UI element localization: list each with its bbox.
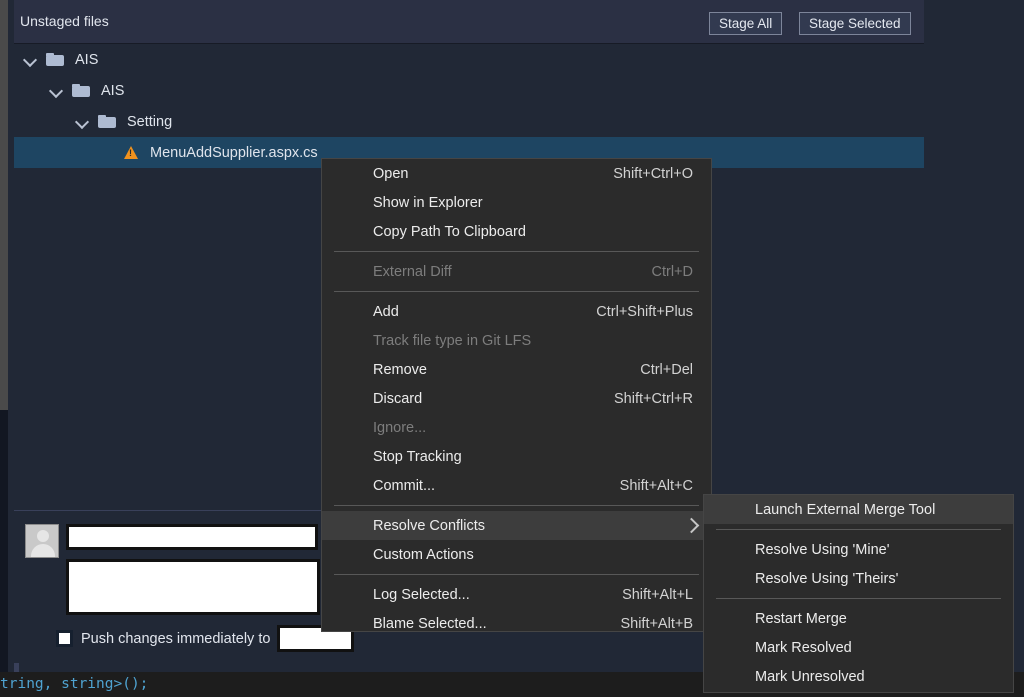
- stage-selected-button[interactable]: Stage Selected: [799, 12, 911, 35]
- menu-item-commit[interactable]: Commit... Shift+Alt+C: [322, 471, 711, 500]
- warning-icon: [124, 146, 138, 159]
- left-gutter-dark: [0, 410, 8, 672]
- folder-icon: [98, 114, 117, 129]
- context-menu: Open Shift+Ctrl+O Show in Explorer Copy Pat…: [321, 158, 712, 632]
- menu-item-label: Show in Explorer: [373, 194, 483, 211]
- folder-icon: [46, 52, 65, 67]
- menu-item-copy-path-to-clipboard[interactable]: Copy Path To Clipboard: [322, 217, 711, 246]
- tree-row[interactable]: AIS: [14, 75, 924, 106]
- tree-row[interactable]: Setting: [14, 106, 924, 137]
- commit-description-input[interactable]: [66, 559, 320, 615]
- menu-item-shortcut: Shift+Alt+L: [622, 586, 693, 603]
- commit-summary-input[interactable]: [66, 524, 318, 550]
- menu-item-label: Stop Tracking: [373, 448, 462, 465]
- left-gutter-scrollbar[interactable]: [0, 0, 8, 410]
- menu-item-shortcut: Ctrl+Shift+Plus: [596, 303, 693, 320]
- menu-item-label: External Diff: [373, 263, 452, 280]
- menu-separator: [716, 598, 1001, 599]
- menu-item-show-in-explorer[interactable]: Show in Explorer: [322, 188, 711, 217]
- file-tree: AISAISSettingMenuAddSupplier.aspx.cs: [14, 44, 924, 168]
- menu-item-label: Resolve Conflicts: [373, 517, 486, 534]
- push-changes-label: Push changes immediately to: [81, 630, 271, 647]
- avatar: [25, 524, 59, 558]
- tree-row[interactable]: AIS: [14, 44, 924, 75]
- menu-item-shortcut: Shift+Ctrl+O: [613, 165, 693, 182]
- menu-item-add[interactable]: Add Ctrl+Shift+Plus: [322, 297, 711, 326]
- menu-item-label: Blame Selected...: [373, 615, 487, 632]
- chevron-right-icon: [683, 517, 700, 534]
- submenu-item-mark-unresolved[interactable]: Mark Unresolved: [704, 662, 1013, 691]
- menu-item-blame-selected[interactable]: Blame Selected... Shift+Alt+B: [322, 609, 711, 638]
- menu-item-label: Commit...: [373, 477, 436, 494]
- menu-separator: [334, 251, 699, 252]
- menu-item-label: Launch External Merge Tool: [755, 501, 936, 518]
- tree-row-label: MenuAddSupplier.aspx.cs: [150, 144, 318, 161]
- tree-row-label: AIS: [101, 82, 125, 99]
- menu-item-log-selected[interactable]: Log Selected... Shift+Alt+L: [322, 580, 711, 609]
- menu-item-custom-actions[interactable]: Custom Actions: [322, 540, 711, 569]
- menu-item-track-file-type-in-git-lfs: Track file type in Git LFS: [322, 326, 711, 355]
- menu-item-shortcut: Shift+Alt+C: [619, 477, 693, 494]
- menu-item-resolve-conflicts[interactable]: Resolve Conflicts: [322, 511, 711, 540]
- submenu-item-mark-resolved[interactable]: Mark Resolved: [704, 633, 1013, 662]
- menu-item-shortcut: Shift+Alt+B: [620, 615, 693, 632]
- submenu-item-restart-merge[interactable]: Restart Merge: [704, 604, 1013, 633]
- chevron-down-icon[interactable]: [76, 115, 89, 128]
- menu-item-shortcut: Ctrl+D: [651, 263, 694, 280]
- code-text: tring, string>();: [0, 676, 149, 692]
- menu-item-label: Custom Actions: [373, 546, 474, 563]
- menu-item-label: Resolve Using 'Mine': [755, 541, 890, 558]
- menu-item-label: Add: [373, 303, 399, 320]
- push-changes-checkbox[interactable]: [56, 630, 73, 647]
- menu-item-remove[interactable]: Remove Ctrl+Del: [322, 355, 711, 384]
- menu-item-label: Remove: [373, 361, 427, 378]
- submenu-item-resolve-using-mine[interactable]: Resolve Using 'Mine': [704, 535, 1013, 564]
- menu-separator: [716, 529, 1001, 530]
- menu-item-label: Mark Resolved: [755, 639, 852, 656]
- page-title: Unstaged files: [20, 13, 109, 29]
- menu-item-label: Ignore...: [373, 419, 427, 436]
- folder-icon: [72, 83, 91, 98]
- app-root: Unstaged files Stage All Stage Selected …: [0, 0, 1024, 697]
- menu-item-label: Discard: [373, 390, 423, 407]
- menu-item-label: Restart Merge: [755, 610, 847, 627]
- resolve-conflicts-submenu: Launch External Merge Tool Resolve Using …: [703, 494, 1014, 693]
- menu-item-label: Mark Unresolved: [755, 668, 865, 685]
- menu-item-label: Copy Path To Clipboard: [373, 223, 526, 240]
- menu-item-shortcut: Shift+Ctrl+R: [614, 390, 693, 407]
- menu-separator: [334, 574, 699, 575]
- tree-row-label: AIS: [75, 51, 99, 68]
- menu-item-label: Resolve Using 'Theirs': [755, 570, 899, 587]
- chevron-down-icon[interactable]: [24, 53, 37, 66]
- menu-item-discard[interactable]: Discard Shift+Ctrl+R: [322, 384, 711, 413]
- menu-item-label: Track file type in Git LFS: [373, 332, 532, 349]
- menu-separator: [334, 505, 699, 506]
- menu-item-shortcut: Ctrl+Del: [640, 361, 693, 378]
- menu-item-external-diff: External Diff Ctrl+D: [322, 257, 711, 286]
- chevron-down-icon[interactable]: [50, 84, 63, 97]
- menu-separator: [334, 291, 699, 292]
- submenu-item-launch-external-merge-tool[interactable]: Launch External Merge Tool: [704, 495, 1013, 524]
- panel-header: Unstaged files Stage All Stage Selected: [14, 0, 924, 44]
- menu-item-stop-tracking[interactable]: Stop Tracking: [322, 442, 711, 471]
- submenu-item-resolve-using-theirs[interactable]: Resolve Using 'Theirs': [704, 564, 1013, 593]
- push-changes-row: Push changes immediately to: [56, 630, 270, 647]
- menu-item-ignore: Ignore...: [322, 413, 711, 442]
- tree-row-label: Setting: [127, 113, 173, 130]
- menu-item-label: Open: [373, 165, 409, 182]
- stage-all-button[interactable]: Stage All: [709, 12, 783, 35]
- menu-item-open[interactable]: Open Shift+Ctrl+O: [322, 159, 711, 188]
- editor-gutter-tick: [14, 663, 19, 672]
- menu-item-label: Log Selected...: [373, 586, 470, 603]
